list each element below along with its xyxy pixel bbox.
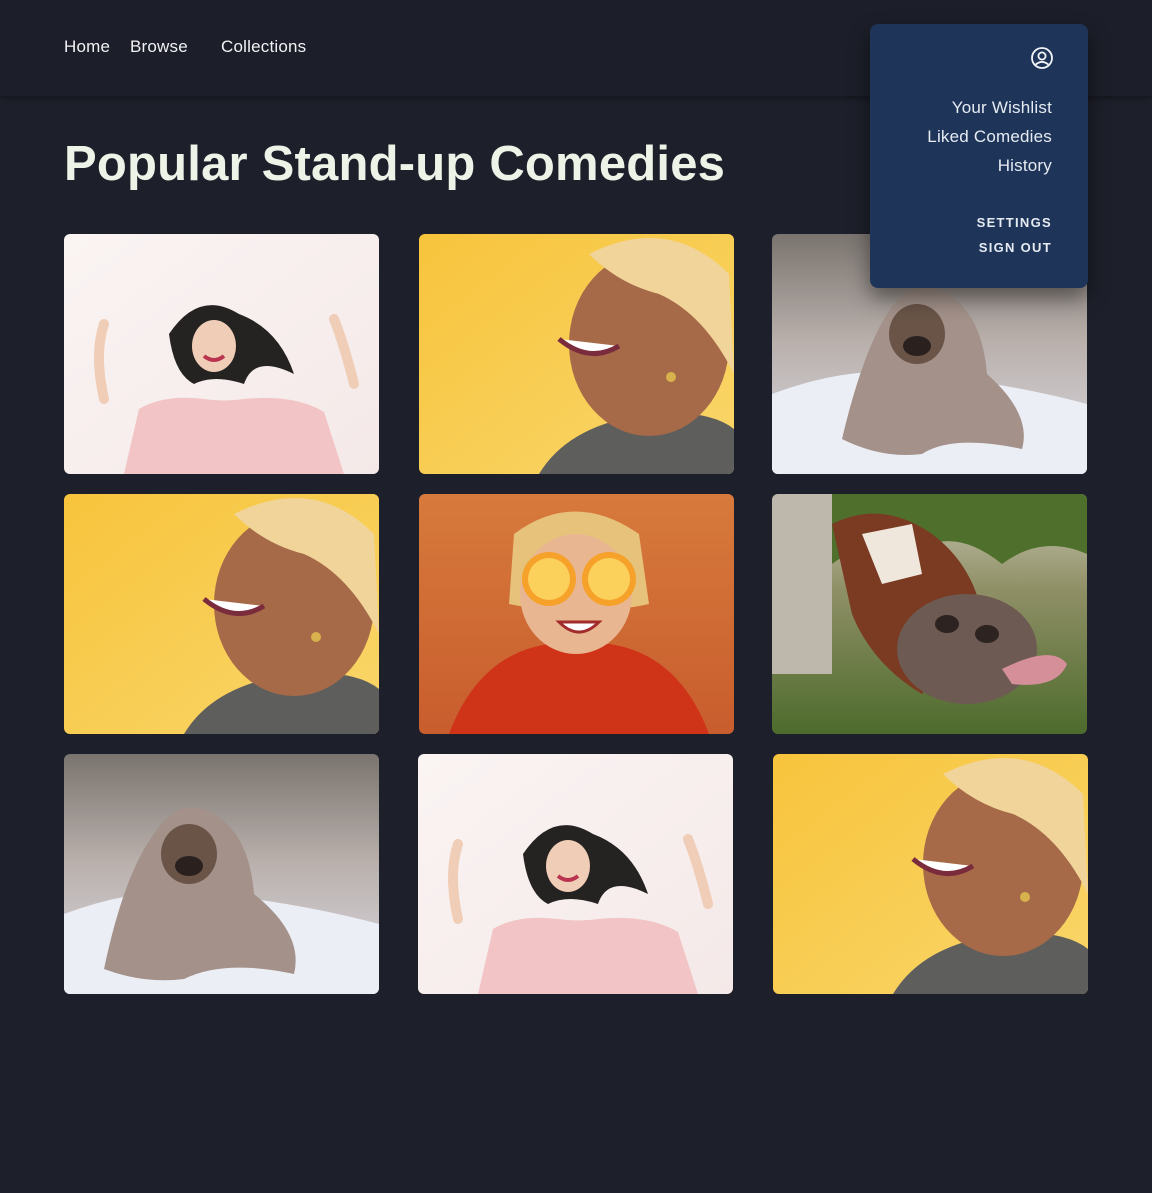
pug-photo bbox=[64, 754, 379, 994]
photo-tile-woman-blonde-yellow[interactable] bbox=[64, 494, 379, 734]
photo-tile-woman-blonde-yellow[interactable] bbox=[773, 754, 1088, 994]
photo-tile-cow[interactable] bbox=[772, 494, 1087, 734]
woman-laughing-photo bbox=[64, 234, 379, 474]
woman-laughing-photo bbox=[419, 234, 734, 474]
menu-item-wishlist[interactable]: Your Wishlist bbox=[952, 98, 1052, 118]
menu-item-settings[interactable]: SETTINGS bbox=[977, 215, 1052, 230]
photo-tile-woman-blonde-yellow[interactable] bbox=[419, 234, 734, 474]
nav-browse-link[interactable]: Browse bbox=[130, 37, 188, 57]
user-circle-icon[interactable] bbox=[1030, 46, 1054, 70]
photo-tile-woman-orange-slices[interactable] bbox=[419, 494, 734, 734]
photo-tile-woman-pink-sweater[interactable] bbox=[64, 234, 379, 474]
woman-laughing-photo bbox=[64, 494, 379, 734]
woman-laughing-photo bbox=[418, 754, 733, 994]
menu-item-sign-out[interactable]: SIGN OUT bbox=[979, 240, 1052, 255]
menu-item-liked-comedies[interactable]: Liked Comedies bbox=[927, 127, 1052, 147]
page-title: Popular Stand-up Comedies bbox=[64, 137, 726, 191]
nav-home-link[interactable]: Home bbox=[64, 37, 110, 57]
photo-tile-woman-pink-sweater[interactable] bbox=[418, 754, 733, 994]
woman-orange-photo bbox=[419, 494, 734, 734]
nav-collections-link[interactable]: Collections bbox=[221, 37, 306, 57]
user-dropdown-menu: Your Wishlist Liked Comedies History SET… bbox=[870, 24, 1088, 288]
photo-tile-pug-blanket[interactable] bbox=[64, 754, 379, 994]
cow-photo bbox=[772, 494, 1087, 734]
woman-laughing-photo bbox=[773, 754, 1088, 994]
menu-item-history[interactable]: History bbox=[998, 156, 1052, 176]
